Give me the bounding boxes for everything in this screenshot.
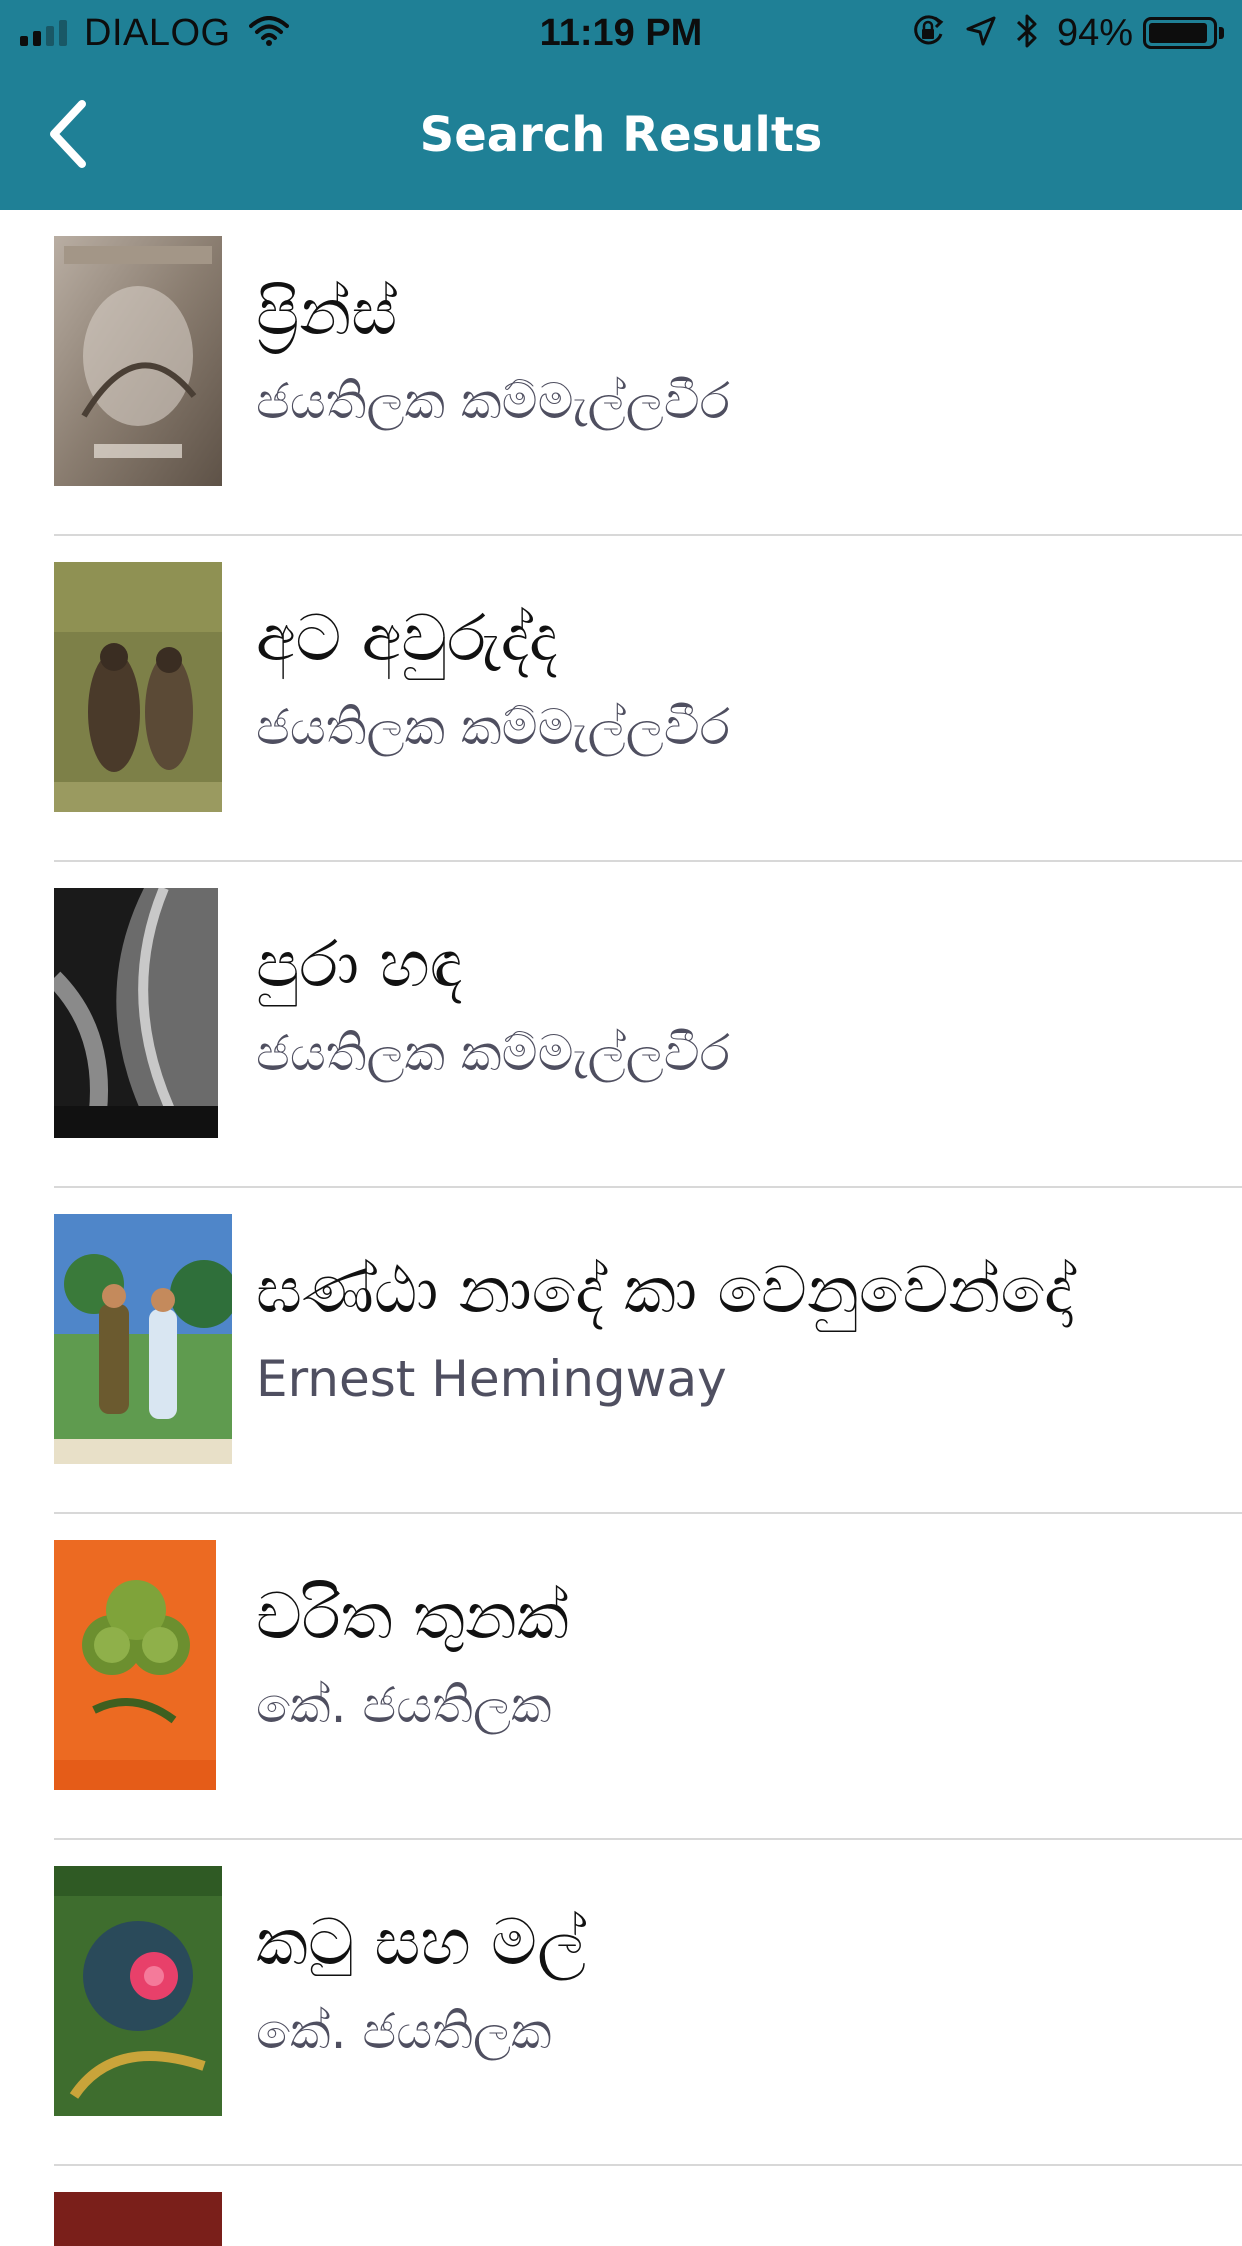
book-cover (54, 888, 218, 1138)
book-author: කේ. ජයතිලක (256, 1676, 552, 1734)
book-title: ප්‍රින්ස් (256, 276, 398, 350)
book-author: Ernest Hemingway (256, 1350, 727, 1408)
list-item[interactable]: ඝණ්ඨා නාදේ කා වෙනුවෙන්දෝ Ernest Hemingwa… (0, 1188, 1242, 1514)
book-author: ජයතිලක කම්මැල්ලවීර (256, 698, 730, 756)
book-title: චරිත තුනක් (256, 1580, 569, 1654)
battery-icon (1143, 17, 1217, 49)
list-item[interactable]: කටු සහ මල් කේ. ජයතිලක (0, 1840, 1242, 2166)
book-cover (54, 1866, 222, 2116)
book-author: ජයතිලක කම්මැල්ලවීර (256, 1024, 730, 1082)
page-title: Search Results (419, 107, 823, 163)
book-title: ඝණ්ඨා නාදේ කා වෙනුවෙන්දෝ (256, 1254, 1073, 1328)
book-cover (54, 562, 222, 812)
results-list: ප්‍රින්ස් ජයතිලක කම්මැල්ලවීර අට අවුරුද්ද… (0, 210, 1242, 2246)
battery-percent: 94% (1056, 11, 1133, 54)
book-cover (54, 2192, 222, 2246)
bluetooth-icon (1015, 12, 1039, 54)
book-title: පුරා හඳ (256, 928, 463, 1002)
list-item[interactable]: පුරා හඳ ජයතිලක කම්මැල්ලවීර (0, 862, 1242, 1188)
location-arrow-icon (965, 15, 997, 51)
book-cover (54, 236, 222, 486)
list-item[interactable]: අට අවුරුද්ද ජයතිලක කම්මැල්ලවීර (0, 536, 1242, 862)
list-item-partial[interactable] (0, 2166, 1242, 2246)
list-item[interactable]: චරිත තුනක් කේ. ජයතිලක (0, 1514, 1242, 1840)
nav-bar: Search Results (0, 66, 1242, 210)
book-cover (54, 1214, 232, 1464)
list-item[interactable]: ප්‍රින්ස් ජයතිලක කම්මැල්ලවීර (0, 210, 1242, 536)
status-right: 94% (891, 0, 1224, 66)
battery-tip (1219, 27, 1224, 39)
book-author: ජයතිලක කම්මැල්ලවීර (256, 372, 730, 430)
status-bar: DIALOG 11:19 PM 94% (0, 0, 1242, 66)
orientation-lock-icon (909, 12, 947, 54)
book-title: කටු සහ මල් (256, 1906, 586, 1980)
book-title: අට අවුරුද්ද (256, 602, 558, 676)
battery-fill (1149, 23, 1207, 43)
book-author: කේ. ජයතිලක (256, 2002, 552, 2060)
book-cover (54, 1540, 216, 1790)
